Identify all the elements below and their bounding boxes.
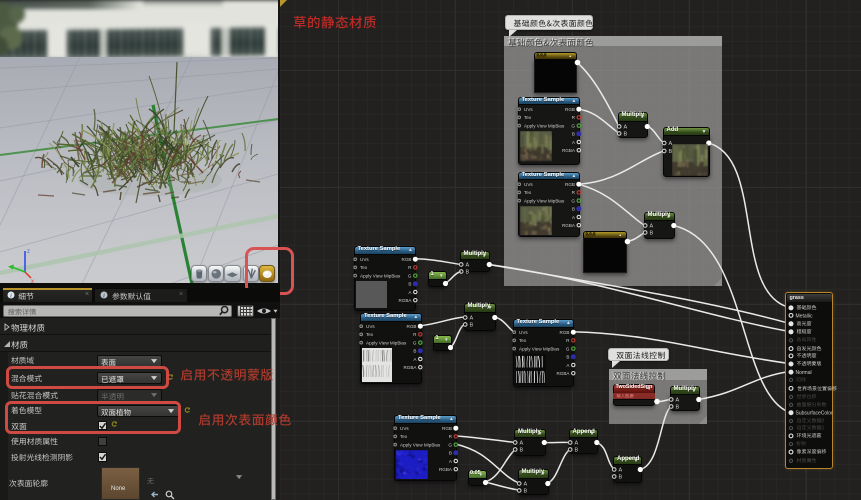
svg-text:G: G xyxy=(407,273,411,278)
svg-text:UVs: UVs xyxy=(524,107,533,112)
svg-text:G: G xyxy=(571,123,575,128)
svg-text:Apply View MipBias: Apply View MipBias xyxy=(366,340,407,345)
svg-text:Normal: Normal xyxy=(796,370,812,376)
svg-text:A: A xyxy=(574,441,578,447)
svg-text:UVs: UVs xyxy=(366,324,375,329)
svg-text:A: A xyxy=(623,124,627,130)
svg-text:UVs: UVs xyxy=(360,257,369,262)
svg-text:Apply View MipBias: Apply View MipBias xyxy=(519,346,560,351)
svg-text:Apply View MipBias: Apply View MipBias xyxy=(360,273,401,278)
svg-text:B: B xyxy=(449,450,452,455)
svg-text:A: A xyxy=(408,289,412,294)
svg-text:B: B xyxy=(566,354,569,359)
svg-text:Tex: Tex xyxy=(524,115,532,120)
svg-text:RGB: RGB xyxy=(401,257,411,262)
svg-text:B: B xyxy=(623,131,627,137)
svg-text:R: R xyxy=(413,332,417,337)
svg-text:B: B xyxy=(413,348,416,353)
svg-text:UVs: UVs xyxy=(400,426,409,431)
svg-text:RGB: RGB xyxy=(407,324,417,329)
svg-text:RGBA: RGBA xyxy=(403,365,417,370)
svg-text:G: G xyxy=(448,442,452,447)
svg-text:B: B xyxy=(675,405,679,411)
svg-text:G: G xyxy=(571,198,575,203)
svg-text:Tex: Tex xyxy=(519,338,527,343)
svg-text:A: A xyxy=(523,481,527,487)
svg-text:B: B xyxy=(465,270,469,276)
svg-text:Tex: Tex xyxy=(360,265,368,270)
svg-text:SubsurfaceColor: SubsurfaceColor xyxy=(796,410,834,416)
svg-text:B: B xyxy=(408,281,411,286)
svg-text:Apply View MipBias: Apply View MipBias xyxy=(524,123,565,128)
svg-text:z: z xyxy=(27,249,30,255)
svg-text:Tex: Tex xyxy=(524,190,532,195)
svg-text:A: A xyxy=(649,224,653,230)
svg-text:R: R xyxy=(408,265,412,270)
svg-text:RGB: RGB xyxy=(565,182,575,187)
svg-text:B: B xyxy=(619,475,623,481)
svg-text:UVs: UVs xyxy=(524,182,533,187)
svg-text:B: B xyxy=(469,322,473,328)
svg-text:G: G xyxy=(565,346,569,351)
svg-text:A: A xyxy=(566,362,570,367)
svg-text:RGB: RGB xyxy=(565,107,575,112)
svg-text:RGBA: RGBA xyxy=(561,223,575,228)
svg-text:Apply View MipBias: Apply View MipBias xyxy=(400,442,441,447)
svg-text:B: B xyxy=(649,231,653,237)
svg-text:G: G xyxy=(413,340,417,345)
svg-text:RGBA: RGBA xyxy=(556,371,570,376)
svg-text:R: R xyxy=(449,434,453,439)
svg-text:R: R xyxy=(566,338,570,343)
svg-text:B: B xyxy=(574,448,578,454)
svg-text:A: A xyxy=(571,140,575,145)
svg-text:A: A xyxy=(520,441,524,447)
svg-text:A: A xyxy=(413,356,417,361)
svg-text:A: A xyxy=(449,458,453,463)
svg-text:R: R xyxy=(571,115,575,120)
svg-text:RGBA: RGBA xyxy=(398,298,412,303)
svg-text:Metallic: Metallic xyxy=(796,313,813,319)
svg-text:A: A xyxy=(465,263,469,269)
svg-text:A: A xyxy=(675,398,679,404)
svg-text:B: B xyxy=(523,488,527,494)
svg-text:R: R xyxy=(571,190,575,195)
svg-text:A: A xyxy=(469,315,473,321)
svg-text:RGB: RGB xyxy=(559,330,569,335)
svg-text:RGBA: RGBA xyxy=(561,148,575,153)
svg-text:B: B xyxy=(520,448,524,454)
svg-text:A: A xyxy=(571,215,575,220)
svg-text:Apply View MipBias: Apply View MipBias xyxy=(524,198,565,203)
svg-text:B: B xyxy=(571,207,574,212)
svg-text:B: B xyxy=(571,132,574,137)
svg-text:RGB: RGB xyxy=(442,426,452,431)
svg-text:RGBA: RGBA xyxy=(439,467,453,472)
svg-text:Tex: Tex xyxy=(400,434,408,439)
svg-text:A: A xyxy=(619,468,623,474)
svg-text:UVs: UVs xyxy=(519,330,528,335)
svg-text:Tex: Tex xyxy=(366,332,374,337)
